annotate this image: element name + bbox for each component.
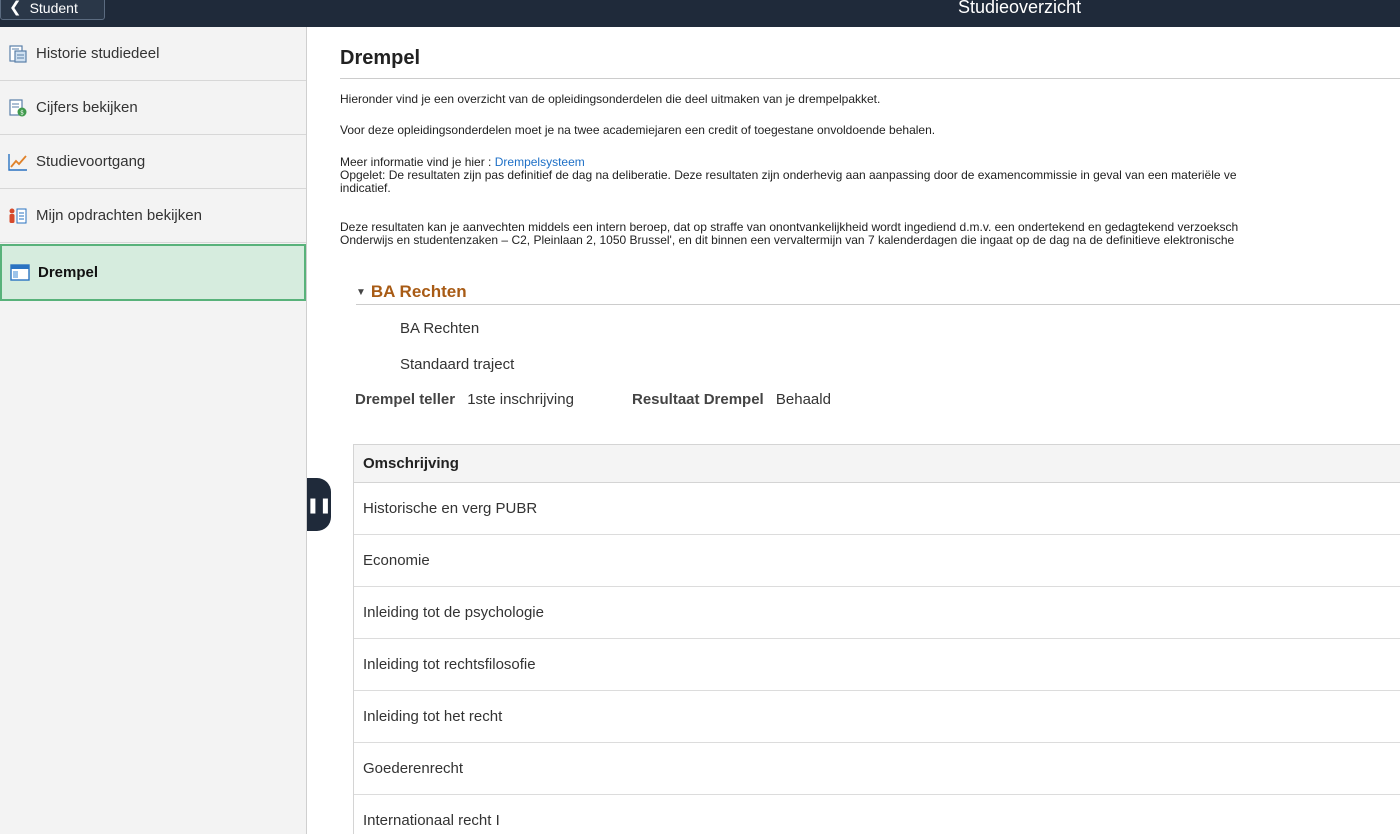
notice-line-2: indicatief. bbox=[340, 181, 391, 195]
program-name: BA Rechten bbox=[400, 320, 480, 337]
drempelsysteem-link[interactable]: Drempelsysteem bbox=[495, 155, 585, 169]
sidebar-item-mijn-opdrachten[interactable]: Mijn opdrachten bekijken bbox=[0, 189, 306, 243]
sidebar-item-label: Historie studiedeel bbox=[36, 45, 160, 62]
table-cell: Economie bbox=[363, 552, 430, 569]
svg-text:$: $ bbox=[20, 109, 24, 116]
counter-label: Drempel teller bbox=[355, 391, 456, 408]
table-row: Economie bbox=[354, 535, 1400, 587]
table-cell: Historische en verg PUBR bbox=[363, 500, 538, 517]
table-row: Inleiding tot rechtsfilosofie bbox=[354, 639, 1400, 691]
courses-table: Omschrijving Historische en verg PUBR Ec… bbox=[353, 444, 1400, 834]
sidebar-item-label: Mijn opdrachten bekijken bbox=[36, 207, 202, 224]
sidebar-item-drempel[interactable]: Drempel bbox=[0, 244, 306, 301]
sidebar-item-label: Studievoortgang bbox=[36, 153, 146, 170]
counter-field: Drempel teller 1ste inschrijving bbox=[355, 391, 574, 408]
section-divider bbox=[356, 304, 1400, 305]
table-row: Internationaal recht I bbox=[354, 795, 1400, 834]
table-row: Inleiding tot het recht bbox=[354, 691, 1400, 743]
page-title: Drempel bbox=[340, 47, 421, 69]
sidebar-item-label: Cijfers bekijken bbox=[36, 99, 138, 116]
info-prefix: Meer informatie vind je hier : bbox=[340, 155, 495, 169]
title-divider bbox=[340, 78, 1400, 79]
table-cell: Internationaal recht I bbox=[363, 812, 500, 829]
back-to-student-button[interactable]: ❮ Student bbox=[0, 0, 105, 20]
table-header: Omschrijving bbox=[354, 445, 1400, 483]
result-value: Behaald bbox=[775, 391, 831, 408]
table-cell: Inleiding tot de psychologie bbox=[363, 604, 544, 621]
result-field: Resultaat Drempel Behaald bbox=[632, 391, 831, 408]
intro-text-2: Voor deze opleidingsonderdelen moet je n… bbox=[340, 123, 936, 137]
sidebar-item-cijfers-bekijken[interactable]: $ Cijfers bekijken bbox=[0, 81, 306, 135]
intro-text-1: Hieronder vind je een overzicht van de o… bbox=[340, 92, 881, 106]
sidebar-item-label: Drempel bbox=[38, 264, 99, 281]
sidebar-item-historie-studiedeel[interactable]: Historie studiedeel bbox=[0, 27, 306, 81]
table-cell: Goederenrecht bbox=[363, 760, 464, 777]
sidebar-item-studievoortgang[interactable]: Studievoortgang bbox=[0, 135, 306, 189]
line-chart-icon bbox=[8, 152, 28, 172]
chevron-left-icon: ❮ bbox=[9, 0, 22, 16]
section-title: BA Rechten bbox=[370, 282, 467, 301]
table-cell: Inleiding tot rechtsfilosofie bbox=[363, 656, 536, 673]
back-button-label: Student bbox=[29, 0, 78, 16]
column-header-omschrijving: Omschrijving bbox=[363, 455, 459, 472]
grades-icon: $ bbox=[8, 98, 28, 118]
notice-line-1: Opgelet: De resultaten zijn pas definiti… bbox=[340, 168, 1237, 182]
section-header-ba-rechten[interactable]: ▼ BA Rechten bbox=[356, 282, 467, 302]
window-icon bbox=[10, 263, 30, 283]
appeal-line-2: Onderwijs en studentenzaken – C2, Pleinl… bbox=[340, 233, 1235, 247]
track-name: Standaard traject bbox=[400, 356, 515, 373]
collapse-triangle-icon: ▼ bbox=[356, 286, 366, 298]
table-row: Inleiding tot de psychologie bbox=[354, 587, 1400, 639]
table-row: Goederenrecht bbox=[354, 743, 1400, 795]
main-content: Drempel Hieronder vind je een overzicht … bbox=[308, 27, 1400, 834]
tasks-icon bbox=[8, 206, 28, 226]
sidebar: Historie studiedeel $ Cijfers bekijken S… bbox=[0, 27, 307, 834]
result-label: Resultaat Drempel bbox=[632, 391, 764, 408]
table-row: Historische en verg PUBR bbox=[354, 483, 1400, 535]
table-cell: Inleiding tot het recht bbox=[363, 708, 503, 725]
counter-value: 1ste inschrijving bbox=[467, 391, 574, 408]
report-icon bbox=[8, 44, 28, 64]
app-title: Studieoverzicht bbox=[958, 0, 1082, 17]
top-bar: ❮ Student Studieoverzicht bbox=[0, 0, 1400, 27]
